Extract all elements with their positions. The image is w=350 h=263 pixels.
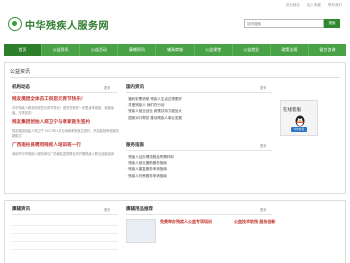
top-links: 设为首页 加入收藏 联系我们	[280, 3, 342, 8]
nav-policies[interactable]: 政策法规	[271, 44, 309, 56]
org-news-summary-2: 残友集团创始人郑卫宁 2017年1月与深圳孝家医生签约，开启智慧养老服务新模式	[12, 129, 119, 138]
news-panel-title: 公益资讯	[10, 69, 31, 75]
nav-charity-jobs[interactable]: 公益就业	[233, 44, 271, 56]
nav-charity-news[interactable]: 公益资讯	[42, 44, 81, 56]
online-service-title: 在线客服	[283, 108, 301, 113]
divider	[12, 92, 118, 93]
rehab-news-list	[12, 219, 118, 259]
divider	[126, 92, 272, 93]
service-guide-heading: 服务指南	[126, 143, 144, 148]
list-item[interactable]: 残疾人托养服务申请指南	[126, 173, 272, 179]
org-news-heading: 机构动态	[12, 85, 30, 90]
divider	[126, 214, 272, 215]
add-favorite-link[interactable]: 加入收藏	[307, 3, 321, 7]
domestic-news-more-link[interactable]: 更多	[260, 85, 266, 90]
divider	[126, 150, 272, 151]
feature-headline-1[interactable]: 免费举办残疾人公益专项培训	[160, 219, 230, 224]
org-news-summary-3: 深圳市中华残疾人服务网与广西南柱县残联合作开展残疾人职业技能培训	[12, 152, 114, 156]
nav-charity-classroom[interactable]: 公益课堂	[195, 44, 233, 56]
site-title: 中华残疾人服务网	[25, 20, 109, 32]
main-nav: 首页 公益资讯 公益活动 康辅资讯 辅具商城 公益课堂 公益就业 政策法规 留言…	[4, 44, 346, 56]
domestic-news-heading: 国内资讯	[126, 85, 144, 90]
search-bar: 搜索	[244, 19, 340, 28]
product-image[interactable]	[126, 219, 156, 243]
rehab-news-heading: 康辅资讯	[12, 207, 30, 212]
org-news-headline-1[interactable]: 残友携团全体员工祝您元宵节快乐!	[12, 97, 122, 103]
search-button[interactable]: 搜索	[324, 19, 340, 28]
set-homepage-link[interactable]: 设为首页	[286, 3, 300, 7]
list-item[interactable]: 国家对口帮扶 推动残疾人事业发展	[126, 115, 272, 121]
service-guide-list: 残疾人证办理流程及所需材料 残疾人就业援助服务指南 残疾人康复服务申请指南 残疾…	[126, 154, 272, 179]
divider	[10, 77, 340, 78]
contact-link[interactable]: 联系我们	[328, 3, 342, 7]
logo-emblem-icon	[8, 17, 22, 31]
search-input[interactable]	[244, 19, 324, 28]
nav-rehab-news[interactable]: 康辅资讯	[118, 44, 157, 56]
divider	[12, 214, 118, 215]
nav-aid-store[interactable]: 辅具商城	[156, 44, 195, 56]
site-logo[interactable]: 中华残疾人服务网	[8, 14, 109, 34]
qq-penguin-icon	[295, 115, 305, 127]
domestic-news-list: 福利彩票资助 残疾人生活过得更好 关爱残疾人 我们在行动 残疾人就业创业 政策扶…	[126, 96, 272, 121]
nav-home[interactable]: 首页	[4, 44, 43, 56]
qq-chat-button[interactable]: QQ交谈	[291, 127, 307, 132]
org-news-headline-3[interactable]: 广西南柱县聘用残疾人培训班一行	[12, 143, 122, 149]
aid-products-more-link[interactable]: 更多	[260, 207, 266, 212]
service-guide-more-link[interactable]: 更多	[260, 143, 266, 148]
nav-charity-events[interactable]: 公益活动	[80, 44, 119, 56]
feature-headline-2[interactable]: 公益技术助残 服务创新	[234, 219, 340, 224]
org-news-more-link[interactable]: 更多	[104, 85, 110, 90]
org-news-summary-1: 中华残疾人服务网祝您元宵节快乐！愿您在新的一年里身体健康、家庭幸福，万事如意！	[12, 106, 114, 115]
rehab-news-more-link[interactable]: 更多	[104, 207, 110, 212]
aid-products-heading: 康辅用品推荐	[126, 207, 153, 212]
org-news-headline-2[interactable]: 残友集团创始人郑卫宁与孝家医生签约	[12, 120, 124, 126]
nav-consulting[interactable]: 留言咨询	[309, 44, 346, 56]
